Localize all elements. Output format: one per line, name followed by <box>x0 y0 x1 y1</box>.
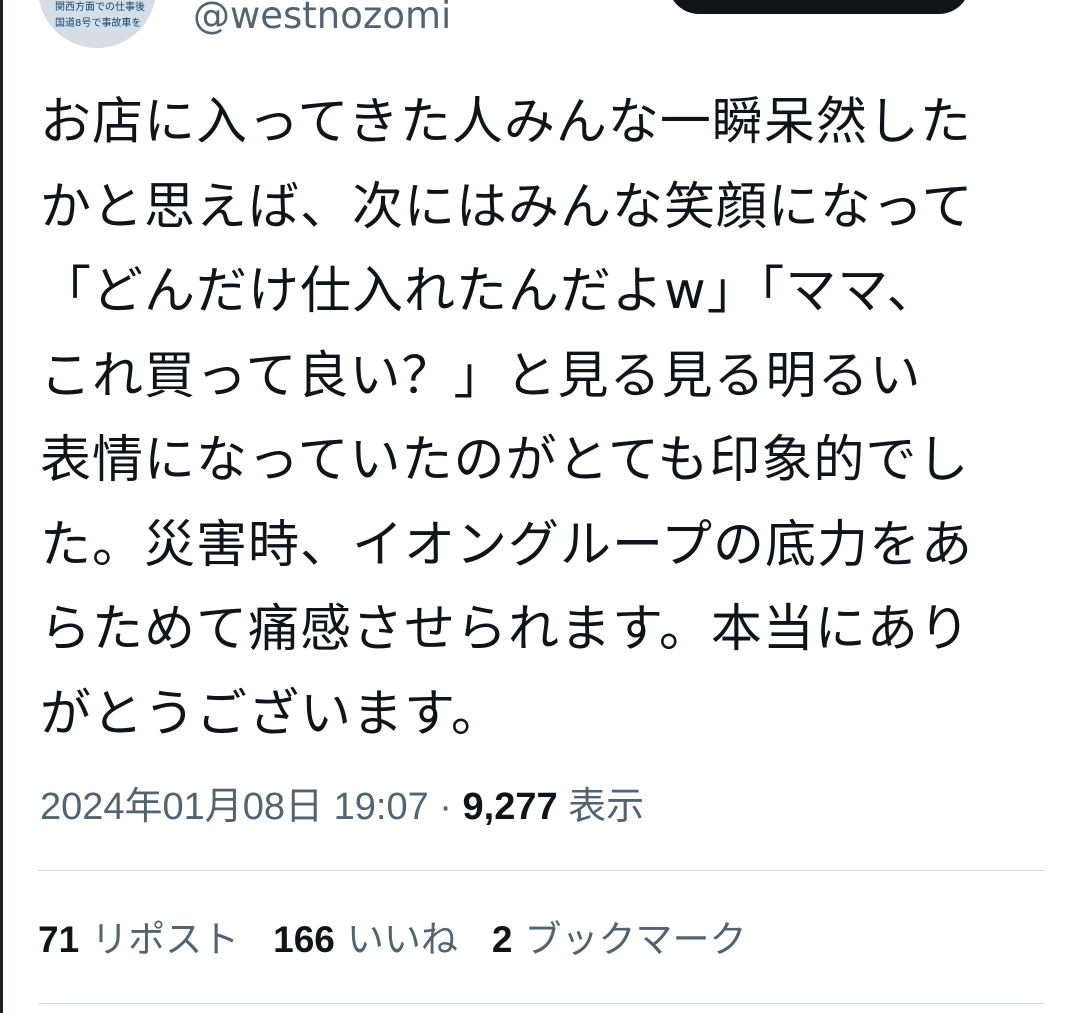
tweet-text: お店に入ってきた人みんな一瞬呆然した かと思えば、次にはみんな笑顔になって 「ど… <box>40 81 1040 757</box>
divider-bottom <box>38 1003 1044 1004</box>
avatar-caption-line-2: 国道8号で事故車を <box>52 18 145 30</box>
tweet-text-line: 「どんだけ仕入れたんだよw」「ママ、 <box>40 262 939 321</box>
author-avatar[interactable]: 関西方面での仕事後 国道8号で事故車を <box>38 0 156 48</box>
tweet-text-line: らためて痛感させられます。本当にあり <box>40 600 971 659</box>
reposts-stat[interactable]: 71 リポスト <box>38 912 239 968</box>
meta-separator: · <box>428 786 463 828</box>
tweet-text-line: 表情になっていたのがとても印象的でし <box>40 431 970 490</box>
reposts-count: 71 <box>38 919 80 960</box>
bookmarks-stat[interactable]: 2 ブックマーク <box>492 912 747 968</box>
views-count: 9,277 <box>462 786 558 828</box>
author-handle[interactable]: @westnozomi <box>193 0 451 40</box>
window-edge <box>0 0 3 1013</box>
tweet-text-line: かと思えば、次にはみんな笑顔になって <box>40 177 974 237</box>
tweet-timestamp[interactable]: 2024年01月08日 19:07 <box>40 786 429 828</box>
likes-stat[interactable]: 166 いいね <box>273 912 458 968</box>
likes-label: いいね <box>346 919 458 960</box>
reposts-label: リポスト <box>91 919 240 960</box>
avatar-caption-line-1: 関西方面での仕事後 <box>52 2 148 14</box>
tweet-text-line: がとうございます。 <box>40 684 503 744</box>
tweet-text-line: た。災害時、イオングループの底力をあ <box>40 515 973 575</box>
views-label: 表示 <box>568 786 645 828</box>
bookmarks-count: 2 <box>491 919 513 960</box>
tweet-text-line: お店に入ってきた人みんな一瞬呆然した <box>40 93 972 152</box>
divider-top <box>38 870 1044 871</box>
tweet-meta: 2024年01月08日 19:07 · 9,277 表示 <box>40 781 644 833</box>
follow-button[interactable] <box>668 0 970 14</box>
tweet-text-line: これ買って良い？」と見る見る明るい <box>40 346 922 406</box>
bookmarks-label: ブックマーク <box>524 919 747 960</box>
likes-count: 166 <box>273 919 335 960</box>
engagement-stats: 71 リポスト 166 いいね 2 ブックマーク <box>38 912 780 968</box>
